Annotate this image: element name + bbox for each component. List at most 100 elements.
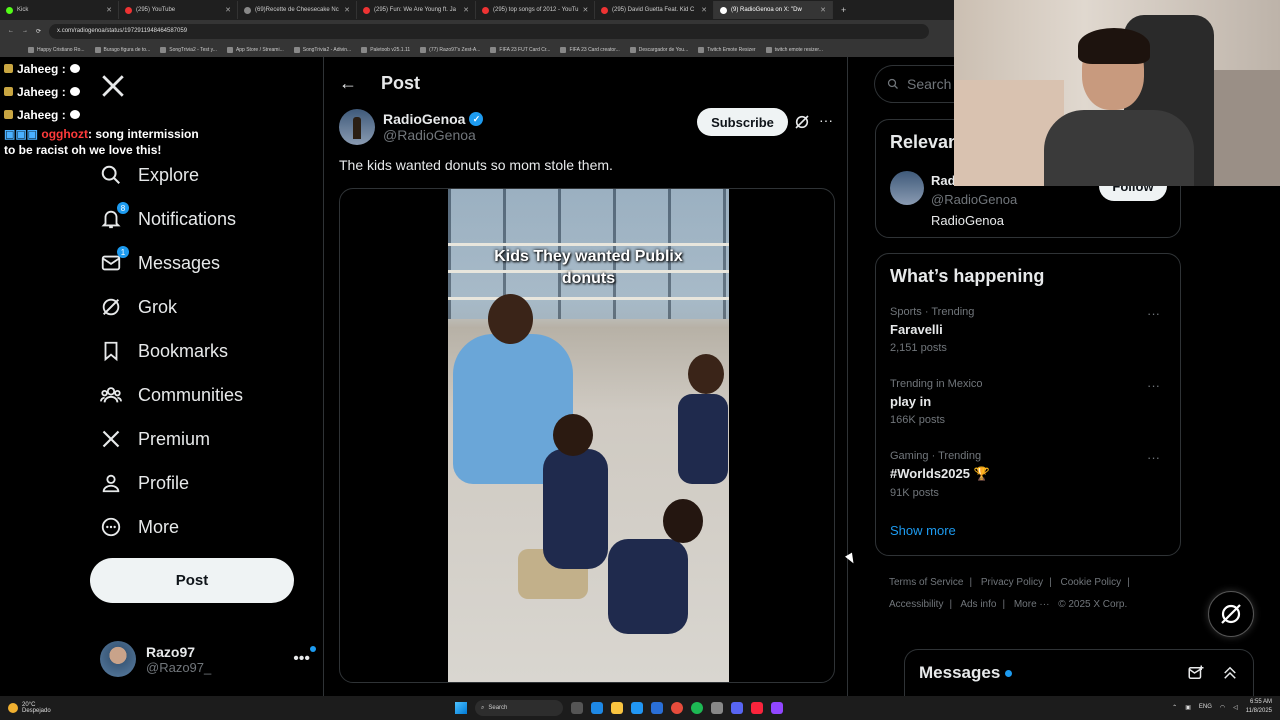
card-title: What’s happening: [890, 266, 1045, 286]
nav-messages[interactable]: 1 Messages: [100, 246, 220, 274]
more-options-icon[interactable]: ···: [1147, 450, 1160, 465]
author-avatar[interactable]: [339, 109, 375, 145]
browser-tab-active[interactable]: (9) RadioGenoa on X: "Dw ✕: [714, 1, 833, 19]
weather-widget[interactable]: 20°C Despejado: [0, 702, 140, 714]
edge-icon[interactable]: [591, 702, 603, 714]
grok-floating-button[interactable]: [1208, 591, 1254, 637]
windows-start-icon[interactable]: [455, 702, 467, 714]
nav-more[interactable]: More: [100, 516, 179, 538]
author-name[interactable]: RadioGenoa: [383, 111, 465, 127]
footer-link[interactable]: Ads info: [960, 599, 996, 610]
relevant-handle[interactable]: @RadioGenoa: [931, 192, 1017, 207]
subscribe-button[interactable]: Subscribe: [697, 108, 788, 136]
footer-link[interactable]: Privacy Policy: [981, 577, 1043, 588]
nav-grok[interactable]: Grok: [100, 296, 177, 318]
more-options-icon[interactable]: ···: [1147, 306, 1160, 321]
avatar[interactable]: [890, 171, 924, 205]
footer-link[interactable]: Terms of Service: [889, 577, 963, 588]
author-handle[interactable]: @RadioGenoa: [383, 127, 483, 143]
nav-bookmarks[interactable]: Bookmarks: [100, 340, 228, 362]
close-icon[interactable]: ✕: [106, 6, 112, 14]
grok-icon[interactable]: [794, 114, 810, 130]
reload-icon[interactable]: ⟳: [36, 28, 41, 35]
close-icon[interactable]: ✕: [463, 6, 469, 14]
bookmark-item[interactable]: Descargador de You...: [629, 46, 688, 53]
language-indicator[interactable]: ENG: [1199, 704, 1212, 710]
browser-tab[interactable]: (295) David Guetta Feat. Kid C ✕: [595, 1, 714, 19]
chevron-up-icon[interactable]: ⌃: [1172, 704, 1177, 711]
trend-item[interactable]: Gaming · Trending #Worlds2025 🏆 91K post…: [890, 450, 1170, 499]
more-options-icon[interactable]: ···: [1147, 378, 1160, 393]
bookmark-item[interactable]: FIFA 23 Card creator...: [560, 46, 620, 53]
trend-item[interactable]: Sports · Trending Faravelli 2,151 posts …: [890, 306, 1170, 354]
trend-item[interactable]: Trending in Mexico play in 166K posts ··…: [890, 378, 1170, 426]
new-tab-button[interactable]: +: [833, 5, 846, 15]
footer-link[interactable]: More ···: [1014, 599, 1050, 610]
clock[interactable]: 6:55 AM 11/8/2025: [1246, 698, 1272, 716]
close-icon[interactable]: ✕: [225, 6, 231, 14]
bookmark-item[interactable]: Burago figura de to...: [94, 46, 150, 53]
bookmark-item[interactable]: SongTrivia2 - Adivin...: [293, 46, 351, 53]
mail-app-icon[interactable]: [651, 702, 663, 714]
relevant-name[interactable]: Rad: [931, 173, 956, 188]
card-title: Relevan: [890, 132, 960, 152]
browser-tab[interactable]: (295) Fun: We Are Young ft. Ja ✕: [357, 1, 476, 19]
new-message-icon[interactable]: [1187, 664, 1205, 682]
browser-tab[interactable]: (69)Recette de Cheesecake Nc ✕: [238, 1, 357, 19]
back-icon[interactable]: ←: [8, 28, 14, 34]
nav-profile[interactable]: Profile: [100, 472, 189, 494]
avatar: [100, 641, 136, 677]
mail-icon: 1: [100, 246, 129, 274]
volume-icon[interactable]: ◁: [1233, 704, 1238, 711]
wifi-icon[interactable]: ◠: [1220, 704, 1225, 711]
close-icon[interactable]: ✕: [344, 6, 350, 14]
task-view-icon[interactable]: [571, 702, 583, 714]
nav-notifications[interactable]: 8 Notifications: [100, 202, 237, 230]
store-icon[interactable]: [631, 702, 643, 714]
bookmark-item[interactable]: Happy Cristiano Ro...: [28, 46, 85, 53]
video-frame-child: [543, 449, 608, 569]
show-more-link[interactable]: Show more: [890, 523, 956, 538]
url-input[interactable]: x.com/radiogenoa/status/1972911948464587…: [49, 23, 930, 39]
footer-link[interactable]: Cookie Policy: [1061, 577, 1122, 588]
close-icon[interactable]: ✕: [820, 6, 826, 14]
browser-tab[interactable]: (295) YouTube ✕: [119, 1, 238, 19]
back-arrow-icon[interactable]: ←: [339, 73, 357, 94]
twitch-icon[interactable]: [771, 702, 783, 714]
post-author[interactable]: RadioGenoa ✓ @RadioGenoa: [339, 109, 484, 145]
account-switcher[interactable]: Razo97 @Razo97_ •••: [100, 639, 316, 679]
post-media[interactable]: Kids They wanted Publix donuts: [339, 188, 835, 683]
nav-label: Notifications: [138, 208, 237, 229]
music-icon[interactable]: [751, 702, 763, 714]
browser-tab[interactable]: (295) top songs of 2012 - YouTu ✕: [476, 1, 595, 19]
nav-premium[interactable]: Premium: [100, 428, 210, 450]
bookmark-item[interactable]: FIFA 23 FUT Card Cr...: [490, 46, 550, 53]
spotify-icon[interactable]: [691, 702, 703, 714]
bookmark-item[interactable]: SongTrivia2 - Test y...: [160, 46, 217, 53]
close-icon[interactable]: ✕: [701, 6, 707, 14]
browser-tab[interactable]: Kick ✕: [0, 1, 119, 19]
chrome-icon[interactable]: [671, 702, 683, 714]
close-icon[interactable]: ✕: [583, 6, 589, 14]
forward-icon[interactable]: →: [22, 28, 28, 34]
bookmark-item[interactable]: Paletoob v25.1.11: [361, 46, 410, 53]
video-player[interactable]: Kids They wanted Publix donuts: [448, 189, 729, 682]
bookmark-item[interactable]: twitch emote resizer...: [765, 46, 823, 53]
bookmark-item[interactable]: Twitch Emote Resizer: [698, 46, 756, 53]
chevron-up-icon[interactable]: [1221, 664, 1239, 682]
taskbar-search[interactable]: ⌕ Search: [475, 700, 563, 716]
discord-icon[interactable]: [731, 702, 743, 714]
tray-app-icon[interactable]: ▣: [1185, 704, 1191, 711]
more-options-icon[interactable]: ···: [819, 112, 833, 128]
nav-explore[interactable]: Explore: [100, 164, 199, 186]
messages-drawer[interactable]: Messages: [904, 649, 1254, 696]
post-button[interactable]: Post: [90, 558, 294, 603]
footer-link[interactable]: Accessibility: [889, 599, 943, 610]
bookmark-item[interactable]: App Store / Streami...: [226, 46, 284, 53]
bookmark-item[interactable]: (77) Razo97's Zest-A...: [420, 46, 480, 53]
account-more-button[interactable]: •••: [293, 646, 316, 668]
search-input[interactable]: Search: [874, 65, 954, 103]
file-explorer-icon[interactable]: [611, 702, 623, 714]
settings-icon[interactable]: [711, 702, 723, 714]
nav-communities[interactable]: Communities: [100, 384, 243, 406]
